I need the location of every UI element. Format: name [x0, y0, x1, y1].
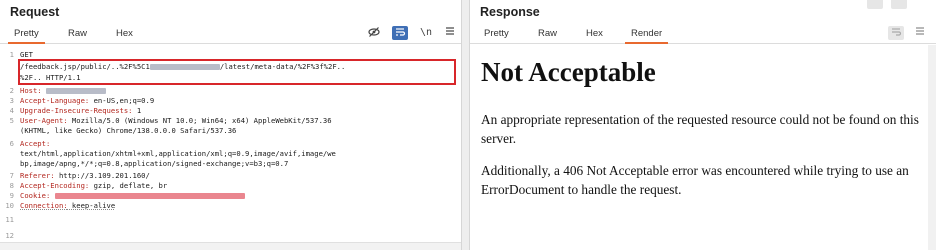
line-number: 11 — [5, 215, 14, 224]
request-protocol: %2F.. HTTP/1.1 — [20, 73, 81, 82]
header-accept-encoding: Accept-Encoding: gzip, deflate, br — [20, 181, 168, 190]
eye-slash-icon[interactable] — [366, 26, 382, 40]
menu-icon[interactable] — [442, 26, 458, 40]
redacted-cookie — [54, 193, 245, 199]
line-number: 7 — [9, 171, 14, 180]
request-path: /feedback.jsp/public/..%2F%5C1/latest/me… — [20, 62, 346, 71]
header-accept: Accept: — [20, 139, 51, 148]
layout-toggle-right[interactable] — [891, 0, 907, 9]
line-number: 6 — [9, 139, 14, 148]
line-number: 2 — [9, 86, 14, 95]
wrap-lines-icon[interactable] — [392, 26, 408, 40]
render-paragraph-2: Additionally, a 406 Not Acceptable error… — [481, 163, 909, 197]
line-number: 1 — [9, 50, 14, 59]
line-number: 4 — [9, 106, 14, 115]
request-pane: Request Pretty Raw Hex \n 1 2 3 4 5 6 7 … — [0, 0, 462, 250]
tab-hex[interactable]: Hex — [116, 28, 133, 39]
header-accept-language: Accept-Language: en-US,en;q=0.9 — [20, 96, 155, 105]
request-editor[interactable]: 1 2 3 4 5 6 7 8 9 10 11 12 GET /feedback… — [0, 45, 461, 250]
header-cookie: Cookie: — [20, 191, 245, 200]
line-number: 12 — [5, 231, 14, 240]
response-tabs: Pretty Raw Hex Render — [470, 24, 936, 44]
layout-toggle-left[interactable] — [867, 0, 883, 9]
wrap-lines-icon[interactable] — [888, 26, 904, 40]
render-heading: Not Acceptable — [481, 57, 656, 87]
tab-hex[interactable]: Hex — [586, 28, 603, 39]
redacted-ip — [149, 64, 220, 70]
header-accept-value: text/html,application/xhtml+xml,applicat… — [20, 149, 336, 158]
tab-raw[interactable]: Raw — [538, 28, 557, 39]
header-referer: Referer: http://3.109.201.160/ — [20, 171, 150, 180]
redacted-host — [45, 88, 106, 94]
header-upgrade: Upgrade-Insecure-Requests: 1 — [20, 106, 142, 115]
editor-scrollbar[interactable] — [0, 242, 461, 250]
render-view: Not Acceptable An appropriate representa… — [470, 45, 936, 250]
header-accept-value-cont: bp,image/apng,*/*;q=0.8,application/sign… — [20, 159, 289, 168]
response-pane: Response Pretty Raw Hex Render Not Accep… — [469, 0, 936, 250]
request-title: Request — [10, 5, 60, 19]
tab-raw[interactable]: Raw — [68, 28, 87, 39]
line-number: 5 — [9, 116, 14, 125]
tab-render[interactable]: Render — [624, 28, 669, 44]
render-paragraph-1: An appropriate representation of the req… — [481, 112, 919, 146]
header-connection: Connection: keep-alive — [20, 201, 116, 210]
line-number: 8 — [9, 181, 14, 190]
line-number: 3 — [9, 96, 14, 105]
response-title: Response — [480, 5, 540, 19]
pane-divider[interactable] — [462, 0, 469, 250]
menu-icon[interactable] — [912, 26, 928, 40]
header-host: Host: — [20, 86, 106, 95]
line-number: 10 — [5, 201, 14, 210]
render-scrollbar[interactable] — [928, 45, 936, 250]
line-number: 9 — [9, 191, 14, 200]
request-method: GET — [20, 50, 33, 59]
header-user-agent-cont: (KHTML, like Gecko) Chrome/138.0.0.0 Saf… — [20, 126, 237, 135]
tab-pretty[interactable]: Pretty — [484, 28, 509, 39]
tab-pretty[interactable]: Pretty — [8, 28, 45, 44]
newline-toggle[interactable]: \n — [418, 26, 434, 40]
header-user-agent: User-Agent: Mozilla/5.0 (Windows NT 10.0… — [20, 116, 332, 125]
